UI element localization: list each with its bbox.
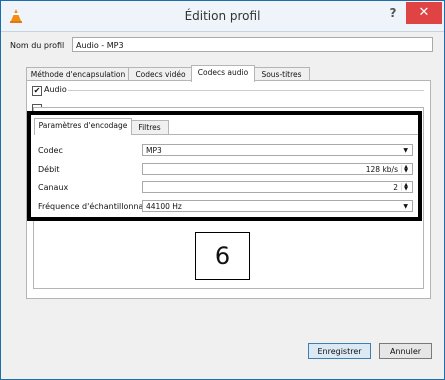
- tab-audio-codecs[interactable]: Codecs audio: [191, 65, 255, 82]
- tab-subtitles[interactable]: Sous-titres: [253, 67, 310, 81]
- tab-encoding-params[interactable]: Paramètres d'encodage: [34, 118, 132, 135]
- tab-video-codecs[interactable]: Codecs vidéo: [128, 67, 193, 81]
- codec-value: MP3: [146, 146, 162, 155]
- window-title: Édition profil: [184, 9, 261, 23]
- cancel-button[interactable]: Annuler: [379, 343, 432, 359]
- bitrate-value: 128 kb/s: [365, 165, 398, 174]
- audio-checkbox[interactable]: ✔: [32, 86, 42, 96]
- spin-arrows-icon[interactable]: ▲ ▼: [401, 165, 410, 174]
- tab-filters[interactable]: Filtres: [130, 120, 169, 135]
- step-number-callout: 6: [195, 232, 250, 280]
- codec-select[interactable]: MP3 ▼: [142, 144, 413, 156]
- chevron-down-icon: ▼: [403, 147, 408, 154]
- profile-name-label: Nom du profil: [10, 41, 65, 50]
- audio-checkbox-label: Audio: [44, 85, 67, 94]
- spin-arrows-icon[interactable]: ▲ ▼: [401, 183, 410, 192]
- samplerate-label: Fréquence d'échantillonnage: [38, 202, 154, 211]
- bitrate-spinbox[interactable]: 128 kb/s ▲ ▼: [142, 163, 413, 175]
- channels-value: 2: [393, 183, 398, 192]
- codec-label: Codec: [38, 146, 63, 155]
- bitrate-label: Débit: [38, 165, 60, 174]
- samplerate-select[interactable]: 44100 Hz ▼: [142, 200, 413, 212]
- profile-name-input[interactable]: Audio - MP3: [72, 37, 433, 52]
- save-button[interactable]: Enregistrer: [308, 343, 371, 359]
- chevron-down-icon: ▼: [403, 203, 408, 210]
- channels-spinbox[interactable]: 2 ▲ ▼: [142, 181, 413, 193]
- channels-label: Canaux: [38, 183, 69, 192]
- tab-encapsulation[interactable]: Méthode d'encapsulation: [26, 67, 130, 81]
- help-button[interactable]: ?: [384, 3, 402, 23]
- samplerate-value: 44100 Hz: [146, 202, 182, 211]
- close-button[interactable]: ✕: [406, 2, 442, 24]
- title-bar: Édition profil ? ✕: [1, 1, 444, 32]
- audio-group-divider: [68, 90, 424, 91]
